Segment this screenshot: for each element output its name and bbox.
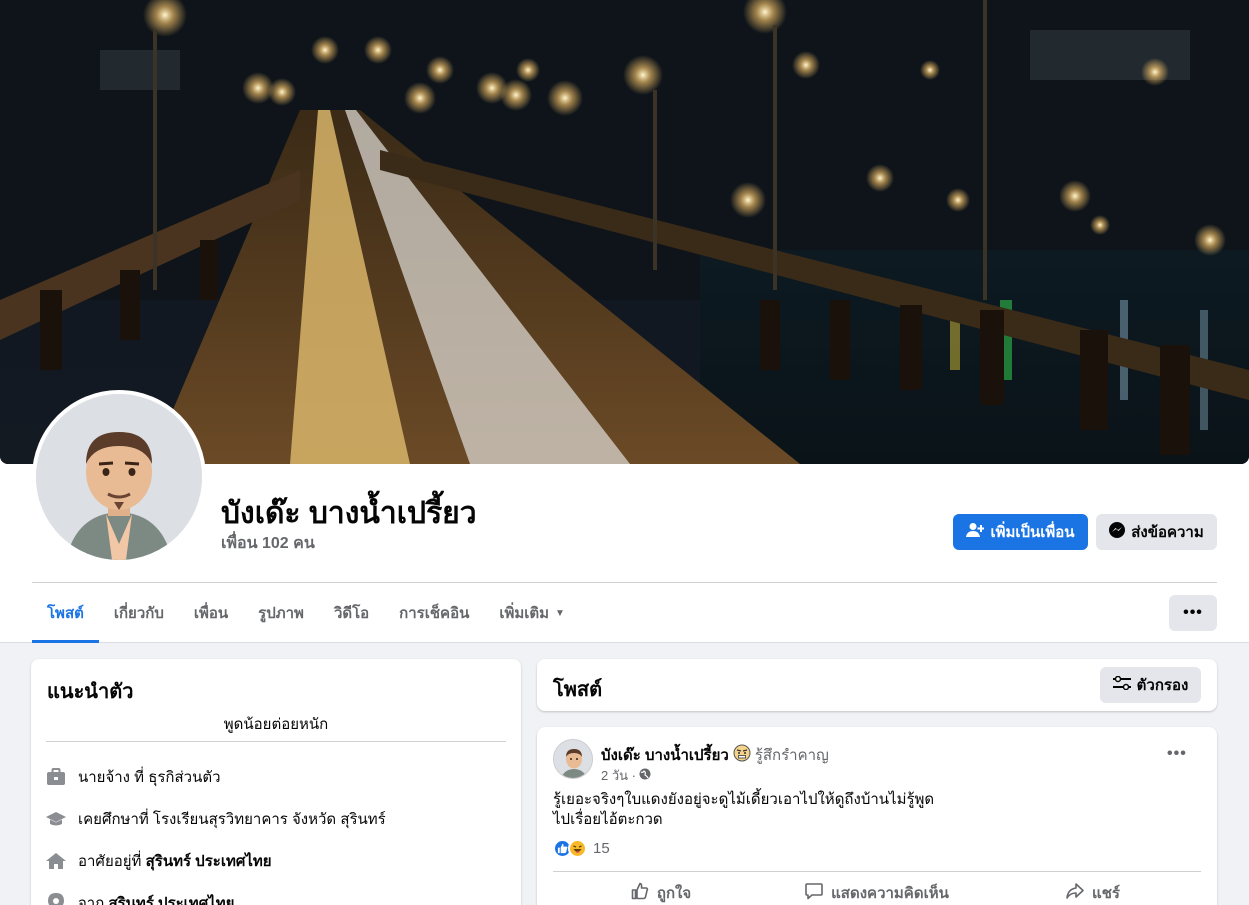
profile-name: บังเด๊ะ บางน้ำเปรี้ยว xyxy=(221,497,477,530)
intro-item-from: จาก สุรินทร์ ประเทศไทย xyxy=(46,891,234,905)
post-text: รู้เยอะจริงๆใบแดงยังอยู่จะดูไม้เดี้ยวเอา… xyxy=(553,790,1193,830)
cover-photo[interactable] xyxy=(0,0,1249,464)
tab-label: วิดีโอ xyxy=(333,605,370,622)
post-header: บังเด๊ะ บางน้ำเปรี้ยว รู้สึกรำคาญ xyxy=(601,743,829,767)
intro-card: แนะนำตัว พูดน้อยต่อยหนัก นายจ้าง ที่ ธุร… xyxy=(31,659,521,905)
tab-label: เกี่ยวกับ xyxy=(113,605,164,622)
tab-label: เพิ่มเติม xyxy=(499,605,550,622)
annoyed-emoji-icon xyxy=(733,744,751,766)
post-time[interactable]: 2 วัน · xyxy=(601,765,636,786)
share-button[interactable]: แชร์ xyxy=(985,875,1201,905)
graduation-cap-icon xyxy=(46,809,66,829)
intro-item-place[interactable]: สุรินทร์ ประเทศไทย xyxy=(108,895,234,905)
tab-label: โพสต์ xyxy=(47,605,84,622)
intro-bio: พูดน้อยต่อยหนัก xyxy=(223,716,329,733)
intro-item-lives-in: อาศัยอยู่ที่ สุรินทร์ ประเทศไทย xyxy=(46,849,272,873)
reactions-summary[interactable]: 15 xyxy=(553,839,610,858)
post-card: บังเด๊ะ บางน้ำเปรี้ยว รู้สึกรำคาญ 2 วัน … xyxy=(537,727,1217,905)
posts-title: โพสต์ xyxy=(553,679,603,701)
intro-item-education: เคยศึกษาที่ โรงเรียนสุรวิทยาคาร จังหวัด … xyxy=(46,807,386,831)
post-author-avatar[interactable] xyxy=(553,739,593,779)
share-icon xyxy=(1066,882,1084,904)
filter-label: ตัวกรอง xyxy=(1136,677,1189,694)
intro-divider xyxy=(46,741,506,742)
post-text-line: ไปเรื่อยไอ้ตะกวด xyxy=(553,811,663,828)
tab-friends[interactable]: เพื่อน xyxy=(179,584,243,642)
intro-item-text: นายจ้าง ที่ ธุรกิส่วนตัว xyxy=(78,769,221,786)
intro-item-place[interactable]: สุรินทร์ ประเทศไทย xyxy=(146,853,272,870)
intro-item-text: เคยศึกษาที่ โรงเรียนสุรวิทยาคาร จังหวัด … xyxy=(78,811,386,828)
comment-label: แสดงความคิดเห็น xyxy=(831,885,949,902)
post-feeling[interactable]: รู้สึกรำคาญ xyxy=(755,743,829,767)
intro-title: แนะนำตัว xyxy=(47,681,134,703)
globe-icon xyxy=(639,768,651,783)
like-label: ถูกใจ xyxy=(656,885,692,902)
post-text-line: รู้เยอะจริงๆใบแดงยังอยู่จะดูไม้เดี้ยวเอา… xyxy=(553,791,935,808)
intro-item-prefix: อาศัยอยู่ที่ xyxy=(78,853,146,870)
post-meta: 2 วัน · xyxy=(601,765,651,786)
tab-videos[interactable]: วิดีโอ xyxy=(319,584,384,642)
tab-about[interactable]: เกี่ยวกับ xyxy=(99,584,179,642)
tab-label: เพื่อน xyxy=(193,605,229,622)
message-label: ส่งข้อความ xyxy=(1131,524,1204,541)
intro-item-work: นายจ้าง ที่ ธุรกิส่วนตัว xyxy=(46,765,221,789)
post-divider xyxy=(553,871,1201,872)
share-label: แชร์ xyxy=(1092,885,1120,902)
filter-button[interactable]: ตัวกรอง xyxy=(1100,667,1201,703)
profile-avatar[interactable] xyxy=(32,390,206,564)
tab-checkins[interactable]: การเช็คอิน xyxy=(384,584,484,642)
add-friend-label: เพิ่มเป็นเพื่อน xyxy=(990,524,1075,541)
cover-image xyxy=(0,0,1249,464)
messenger-icon xyxy=(1109,522,1126,542)
tab-label: รูปภาพ xyxy=(258,605,304,622)
more-options-button[interactable]: ••• xyxy=(1169,595,1217,631)
header-divider xyxy=(32,582,1217,583)
profile-header: บังเด๊ะ บางน้ำเปรี้ยว เพื่อน 102 คน เพิ่… xyxy=(0,0,1249,643)
friends-count[interactable]: เพื่อน 102 คน xyxy=(221,531,315,556)
profile-tabs: โพสต์ เกี่ยวกับ เพื่อน รูปภาพ วิดีโอ การ… xyxy=(32,584,580,643)
reaction-icons xyxy=(553,839,587,858)
home-icon xyxy=(46,851,66,871)
avatar-image xyxy=(36,394,202,560)
post-options-button[interactable]: ••• xyxy=(1167,745,1187,763)
comment-button[interactable]: แสดงความคิดเห็น xyxy=(769,875,985,905)
briefcase-icon xyxy=(46,767,66,787)
post-author-name[interactable]: บังเด๊ะ บางน้ำเปรี้ยว xyxy=(601,743,729,767)
message-button[interactable]: ส่งข้อความ xyxy=(1096,514,1217,550)
post-actions: ถูกใจ แสดงความคิดเห็น แชร์ xyxy=(553,875,1201,905)
caret-down-icon: ▼ xyxy=(555,607,565,619)
thumbs-up-icon xyxy=(631,882,649,904)
tab-label: การเช็คอิน xyxy=(399,605,470,622)
tab-more[interactable]: เพิ่มเติม ▼ xyxy=(484,584,580,642)
add-friend-icon xyxy=(966,522,985,542)
posts-header-card: โพสต์ ตัวกรอง xyxy=(537,659,1217,711)
add-friend-button[interactable]: เพิ่มเป็นเพื่อน xyxy=(953,514,1088,550)
intro-item-prefix: จาก xyxy=(78,895,109,905)
reaction-count: 15 xyxy=(593,840,610,857)
tab-photos[interactable]: รูปภาพ xyxy=(243,584,319,642)
haha-reaction-icon xyxy=(568,839,587,858)
like-button[interactable]: ถูกใจ xyxy=(553,875,769,905)
filter-icon xyxy=(1112,675,1131,694)
comment-icon xyxy=(805,882,823,904)
location-pin-icon xyxy=(46,893,66,905)
tab-posts[interactable]: โพสต์ xyxy=(32,584,99,643)
intro-item-text: จาก สุรินทร์ ประเทศไทย xyxy=(78,891,234,905)
intro-item-text: อาศัยอยู่ที่ สุรินทร์ ประเทศไทย xyxy=(78,849,272,873)
